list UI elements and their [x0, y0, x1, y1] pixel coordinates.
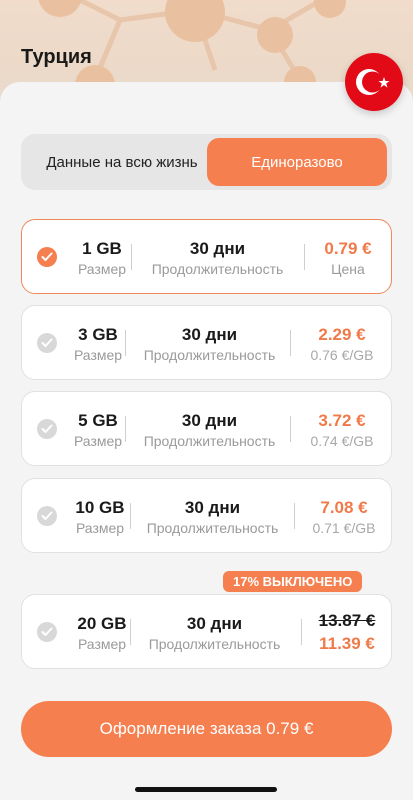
- check-icon: [37, 419, 57, 439]
- selected-check-icon: [37, 247, 57, 267]
- plan-duration: 30 дни Продолжительность: [148, 614, 281, 652]
- plan-duration: 30 дни Продолжительность: [146, 498, 279, 536]
- plan-price: 0.79 € Цена: [324, 239, 372, 277]
- plan-duration: 30 дни Продолжительность: [151, 239, 284, 277]
- plan-size: 20 GB Размер: [77, 614, 127, 652]
- divider: [290, 330, 291, 356]
- check-icon: [37, 506, 57, 526]
- original-price: 13.87 €: [318, 611, 376, 630]
- divider: [130, 503, 131, 529]
- plan-card-20gb[interactable]: 20 GB Размер 30 дни Продолжительность 13…: [21, 594, 392, 669]
- divider: [131, 244, 132, 270]
- plan-price: 7.08 € 0.71 €/GB: [312, 498, 376, 536]
- plan-size: 3 GB Размер: [73, 325, 123, 363]
- discounted-price: 11.39 €: [319, 634, 375, 653]
- plan-size: 5 GB Размер: [73, 411, 123, 449]
- segment-lifetime-data[interactable]: Данные на всю жизнь: [27, 134, 217, 190]
- plan-price: 2.29 € 0.76 €/GB: [310, 325, 374, 363]
- plan-price: 13.87 € 11.39 €: [308, 611, 386, 654]
- divider: [301, 619, 302, 645]
- order-button[interactable]: Оформление заказа 0.79 €: [21, 701, 392, 757]
- plan-card-10gb[interactable]: 10 GB Размер 30 дни Продолжительность 7.…: [21, 478, 392, 553]
- home-indicator: [135, 787, 277, 792]
- page-title: Турция: [21, 46, 92, 68]
- plan-card-5gb[interactable]: 5 GB Размер 30 дни Продолжительность 3.7…: [21, 391, 392, 466]
- plan-card-1gb[interactable]: 1 GB Размер 30 дни Продолжительность 0.7…: [21, 219, 392, 294]
- plan-card-3gb[interactable]: 3 GB Размер 30 дни Продолжительность 2.2…: [21, 305, 392, 380]
- divider: [125, 416, 126, 442]
- divider: [125, 330, 126, 356]
- plan-duration: 30 дни Продолжительность: [143, 325, 276, 363]
- turkey-flag-icon: [345, 53, 403, 111]
- segment-one-time[interactable]: Единоразово: [207, 138, 387, 186]
- divider: [290, 416, 291, 442]
- plan-price: 3.72 € 0.74 €/GB: [310, 411, 374, 449]
- plan-duration: 30 дни Продолжительность: [143, 411, 276, 449]
- check-icon: [37, 333, 57, 353]
- divider: [304, 244, 305, 270]
- plan-size: 1 GB Размер: [77, 239, 127, 277]
- divider: [294, 503, 295, 529]
- discount-badge: 17% ВЫКЛЮЧЕНО: [223, 571, 363, 592]
- check-icon: [37, 622, 57, 642]
- divider: [130, 619, 131, 645]
- plan-type-segmented-control: Данные на всю жизнь Единоразово: [21, 134, 392, 190]
